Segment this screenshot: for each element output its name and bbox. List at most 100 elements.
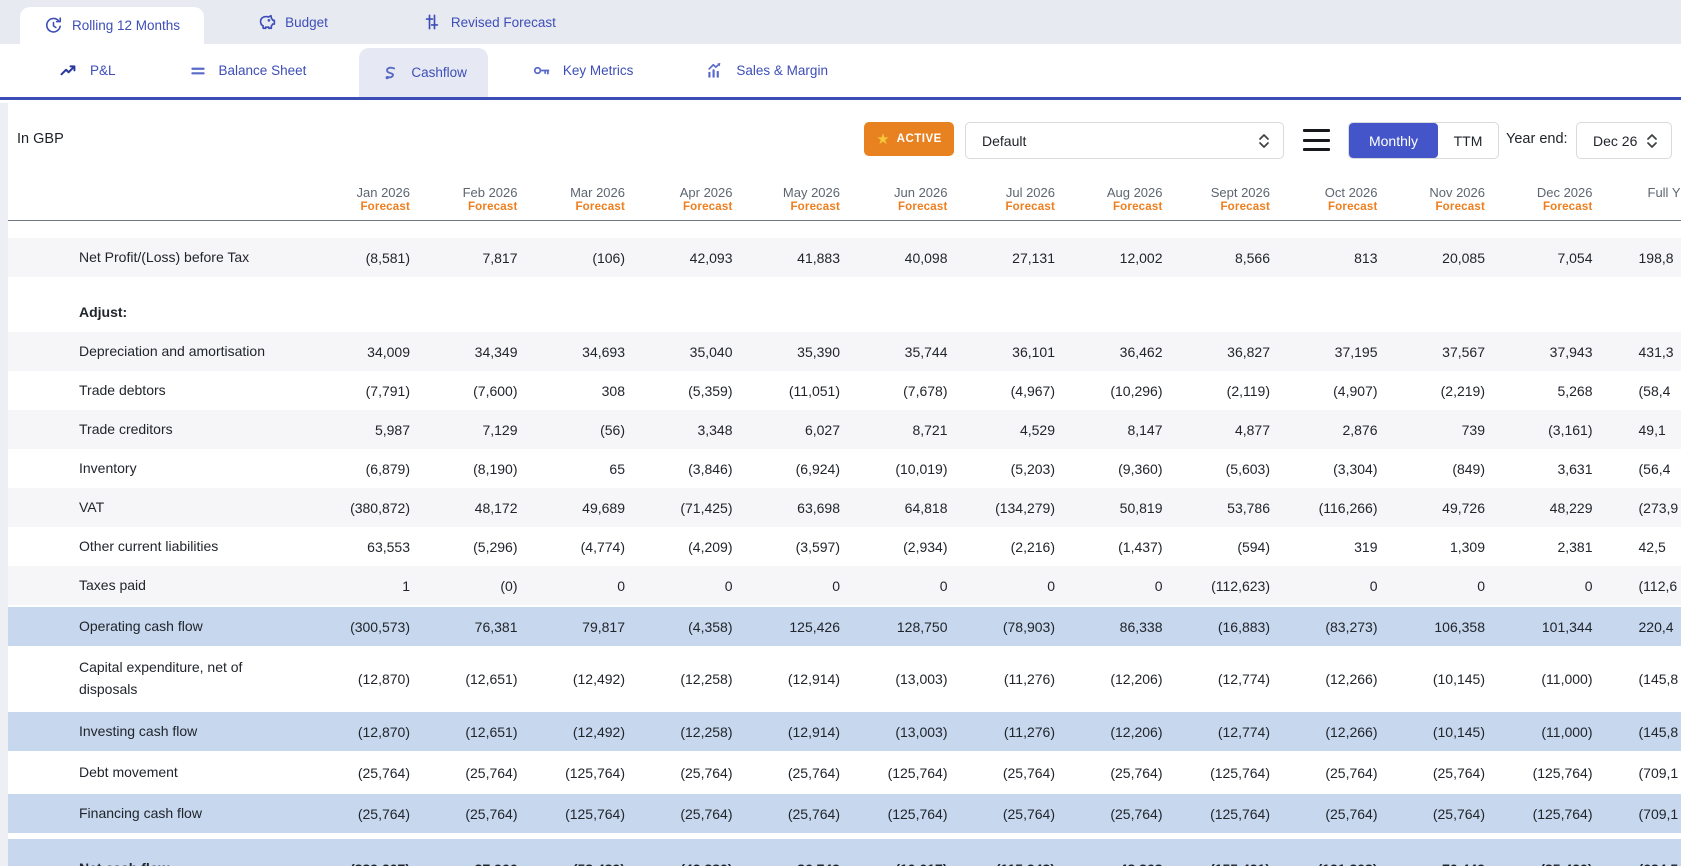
- ttm-toggle-button[interactable]: TTM: [1438, 123, 1498, 158]
- cell-value: (11,051): [788, 382, 840, 399]
- cell-value: (12,206): [1110, 723, 1163, 740]
- cell-value: 813: [1354, 249, 1378, 266]
- cell-value: (0): [500, 577, 518, 594]
- cell-value: 125,426: [789, 618, 840, 635]
- cell-value: (58,439): [518, 861, 625, 866]
- row-label: Trade debtors: [79, 381, 166, 398]
- currency-label: In GBP: [17, 131, 64, 147]
- row-label: Debt movement: [79, 763, 178, 780]
- cell-value: 0: [1154, 577, 1163, 594]
- cell-value: (4,907): [1333, 382, 1378, 399]
- cell-value: 86,749: [733, 861, 840, 866]
- cell-value: (3,304): [1333, 460, 1378, 477]
- cell-value: 128,750: [896, 618, 948, 635]
- tab-rolling-12-months[interactable]: Rolling 12 Months: [20, 7, 205, 44]
- menu-icon[interactable]: [1303, 129, 1330, 151]
- cell-value: 36,827: [1227, 343, 1270, 360]
- column-month-label: Jun 2026: [894, 185, 948, 200]
- column-forecast-label: Forecast: [790, 201, 840, 213]
- column-forecast-label: Forecast: [897, 201, 948, 213]
- tab-pnl[interactable]: P&L: [38, 44, 137, 97]
- cell-value: (16,883): [1217, 618, 1270, 635]
- cell-value: (12,914): [787, 671, 840, 687]
- cell-value: 53,786: [1227, 499, 1270, 516]
- column-header: Sept 2026 Forecast: [1163, 185, 1270, 215]
- cell-value: 220,4: [1638, 618, 1674, 635]
- cell-value: 35,390: [797, 343, 840, 360]
- active-scenario-badge[interactable]: ★ ACTIVE: [864, 122, 954, 156]
- cell-value: 0: [832, 577, 840, 594]
- cell-value: 0: [939, 577, 948, 594]
- cashflow-route-icon: [380, 63, 400, 83]
- cell-value: 0: [724, 577, 733, 594]
- cell-value: 1: [402, 577, 410, 594]
- cell-value: 37,195: [1334, 343, 1378, 360]
- cell-value: (25,764): [357, 805, 410, 822]
- tab-revised-forecast[interactable]: Revised Forecast: [398, 0, 580, 44]
- scenario-select-value: Default: [982, 132, 1027, 149]
- cell-value: 198,8: [1638, 249, 1674, 266]
- cell-value: (7,678): [903, 382, 948, 399]
- column-header: Jun 2026 Forecast: [840, 185, 948, 215]
- scenario-select[interactable]: Default: [965, 122, 1284, 159]
- row-label: Other current liabilities: [79, 537, 219, 554]
- table-row: Taxes paid 1 (0) 0 0 0 0 0 0 (112,623) 0 0 0 (112,6: [8, 566, 1681, 605]
- tab-cashflow[interactable]: Cashflow: [359, 48, 488, 97]
- cell-value: (5,359): [688, 382, 733, 399]
- cell-value: 36,101: [1012, 343, 1055, 360]
- cell-value: (25,764): [357, 764, 410, 781]
- cell-value: (4,209): [688, 538, 733, 555]
- cell-value: 8,721: [912, 421, 948, 438]
- table-row: Net cash flow(339,207)37,966(58,439)(42,…: [8, 839, 1681, 866]
- tab-balance-sheet[interactable]: Balance Sheet: [167, 44, 328, 97]
- cell-value: (25,764): [465, 805, 518, 822]
- cell-value: (849): [1452, 460, 1485, 477]
- table-row: Debt movement (25,764) (25,764) (125,764) (2…: [8, 753, 1681, 792]
- tab-label: Rolling 12 Months: [72, 18, 181, 33]
- cell-value: 5,268: [1557, 382, 1593, 399]
- cell-value: (25,764): [1432, 764, 1485, 781]
- cell-value: 79,817: [582, 618, 625, 635]
- column-header: Feb 2026 Forecast: [410, 185, 518, 215]
- cell-value: (56): [600, 421, 625, 438]
- column-header: Mar 2026 Forecast: [518, 185, 625, 215]
- cell-value: 48,368: [1055, 861, 1163, 866]
- cell-value: 37,567: [1442, 343, 1485, 360]
- cell-value: (25,764): [465, 764, 518, 781]
- tab-budget[interactable]: Budget: [232, 0, 352, 44]
- secondary-tab-bar: P&L Balance Sheet Cashflow Key Metrics S…: [0, 44, 1681, 100]
- cell-value: (7,600): [473, 382, 518, 399]
- cell-value: (10,019): [895, 460, 948, 477]
- column-header: Full Y: [1593, 185, 1681, 215]
- cell-value: (3,597): [795, 538, 840, 555]
- column-forecast-label: Forecast: [1435, 201, 1485, 213]
- column-header: Nov 2026 Forecast: [1378, 185, 1485, 215]
- cell-value: (145,8: [1638, 671, 1679, 687]
- cell-value: (125,764): [1210, 805, 1270, 822]
- unfold-chevrons-icon: [1258, 132, 1270, 150]
- year-end-select[interactable]: Dec 26: [1576, 122, 1672, 159]
- cell-value: (25,764): [680, 805, 733, 822]
- table-row: VAT (380,872) 48,172 49,689 (71,425) 63,698 64…: [8, 488, 1681, 527]
- cell-value: 2,381: [1557, 538, 1593, 555]
- tab-sales-margin[interactable]: Sales & Margin: [684, 44, 849, 97]
- column-header: Jan 2026 Forecast: [310, 185, 411, 215]
- cell-value: (7,791): [365, 382, 410, 399]
- cell-value: (25,764): [1325, 764, 1378, 781]
- column-forecast-label: Forecast: [467, 201, 518, 213]
- toolbar: In GBP ★ ACTIVE Default Monthly TTM Year…: [8, 103, 1681, 165]
- column-forecast-label: Forecast: [1542, 201, 1593, 213]
- monthly-toggle-button[interactable]: Monthly: [1349, 123, 1438, 158]
- table-row: Operating cash flow (300,573) 76,381 79,817…: [8, 607, 1681, 646]
- cell-value: (125,764): [565, 805, 625, 822]
- cell-value: (12,651): [465, 723, 518, 740]
- cell-value: (12,258): [680, 723, 733, 740]
- column-header: Jul 2026 Forecast: [948, 185, 1055, 215]
- cell-value: 0: [1047, 577, 1055, 594]
- cell-value: (125,764): [565, 764, 625, 781]
- cell-value: 3,348: [697, 421, 733, 438]
- tab-label: P&L: [90, 63, 116, 78]
- tab-key-metrics[interactable]: Key Metrics: [510, 44, 655, 97]
- cell-value: (273,9: [1638, 499, 1679, 516]
- cell-value: (8,581): [365, 249, 410, 266]
